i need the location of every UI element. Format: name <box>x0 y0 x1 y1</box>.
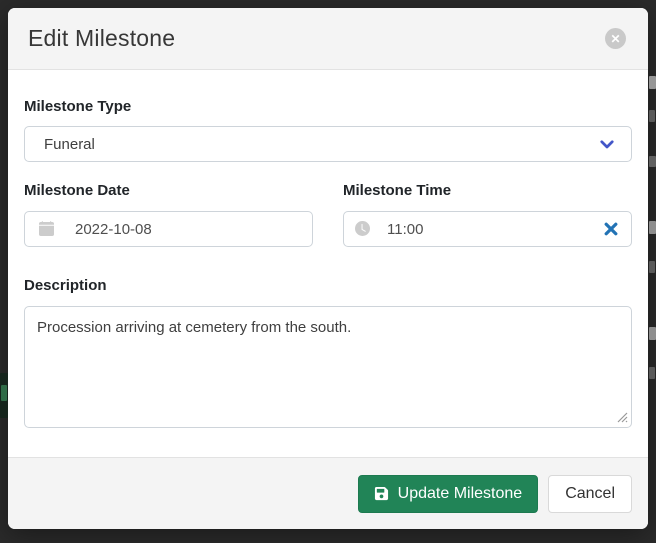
modal-header: Edit Milestone ✕ <box>8 8 648 70</box>
milestone-time-input[interactable] <box>343 211 632 247</box>
milestone-date-group: Milestone Date <box>24 182 313 247</box>
description-textarea[interactable]: Procession arriving at cemetery from the… <box>24 306 632 428</box>
chevron-down-icon <box>598 135 616 153</box>
cancel-button[interactable]: Cancel <box>548 475 632 513</box>
backdrop-fragment <box>649 327 656 340</box>
milestone-time-label: Milestone Time <box>343 182 632 200</box>
backdrop-fragment <box>649 156 656 167</box>
modal-body: Milestone Type Funeral Milestone Date Mi… <box>8 98 648 428</box>
milestone-type-select[interactable]: Funeral <box>24 126 632 162</box>
close-button[interactable]: ✕ <box>605 28 626 49</box>
milestone-date-label: Milestone Date <box>24 182 313 200</box>
milestone-date-field <box>24 211 313 247</box>
milestone-type-label: Milestone Type <box>24 98 632 116</box>
update-milestone-button[interactable]: Update Milestone <box>358 475 539 513</box>
milestone-type-value: Funeral <box>44 136 95 153</box>
description-field: Procession arriving at cemetery from the… <box>24 306 632 428</box>
clear-time-icon[interactable] <box>604 222 618 236</box>
milestone-date-input[interactable] <box>24 211 313 247</box>
save-icon <box>374 486 389 501</box>
backdrop-fragment <box>649 110 655 122</box>
backdrop-fragment <box>649 76 656 89</box>
modal-title: Edit Milestone <box>28 25 175 52</box>
edit-milestone-modal: Edit Milestone ✕ Milestone Type Funeral … <box>8 8 648 529</box>
modal-footer: Update Milestone Cancel <box>8 457 648 529</box>
date-time-row: Milestone Date Milestone Time <box>24 182 632 247</box>
milestone-time-group: Milestone Time <box>343 182 632 247</box>
close-icon: ✕ <box>610 33 620 45</box>
description-label: Description <box>24 277 632 295</box>
update-milestone-label: Update Milestone <box>398 485 523 503</box>
backdrop-fragment <box>649 261 655 273</box>
milestone-time-field <box>343 211 632 247</box>
backdrop-fragment <box>1 385 7 401</box>
backdrop-fragment <box>649 221 656 234</box>
backdrop-fragment <box>649 367 655 379</box>
